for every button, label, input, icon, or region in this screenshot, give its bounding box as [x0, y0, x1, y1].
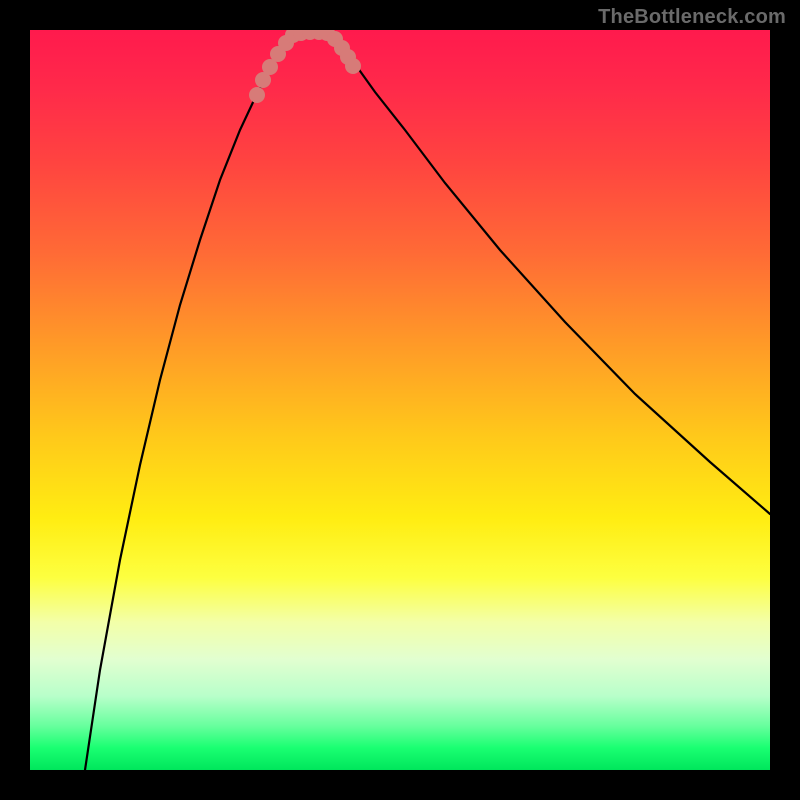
- threshold-markers: [249, 30, 361, 103]
- chart-svg: [30, 30, 770, 770]
- brand-watermark: TheBottleneck.com: [598, 6, 786, 29]
- threshold-marker: [345, 58, 361, 74]
- threshold-marker: [249, 87, 265, 103]
- plot-area: [30, 30, 770, 770]
- chart-frame: TheBottleneck.com: [0, 0, 800, 800]
- bottleneck-curve: [85, 30, 770, 770]
